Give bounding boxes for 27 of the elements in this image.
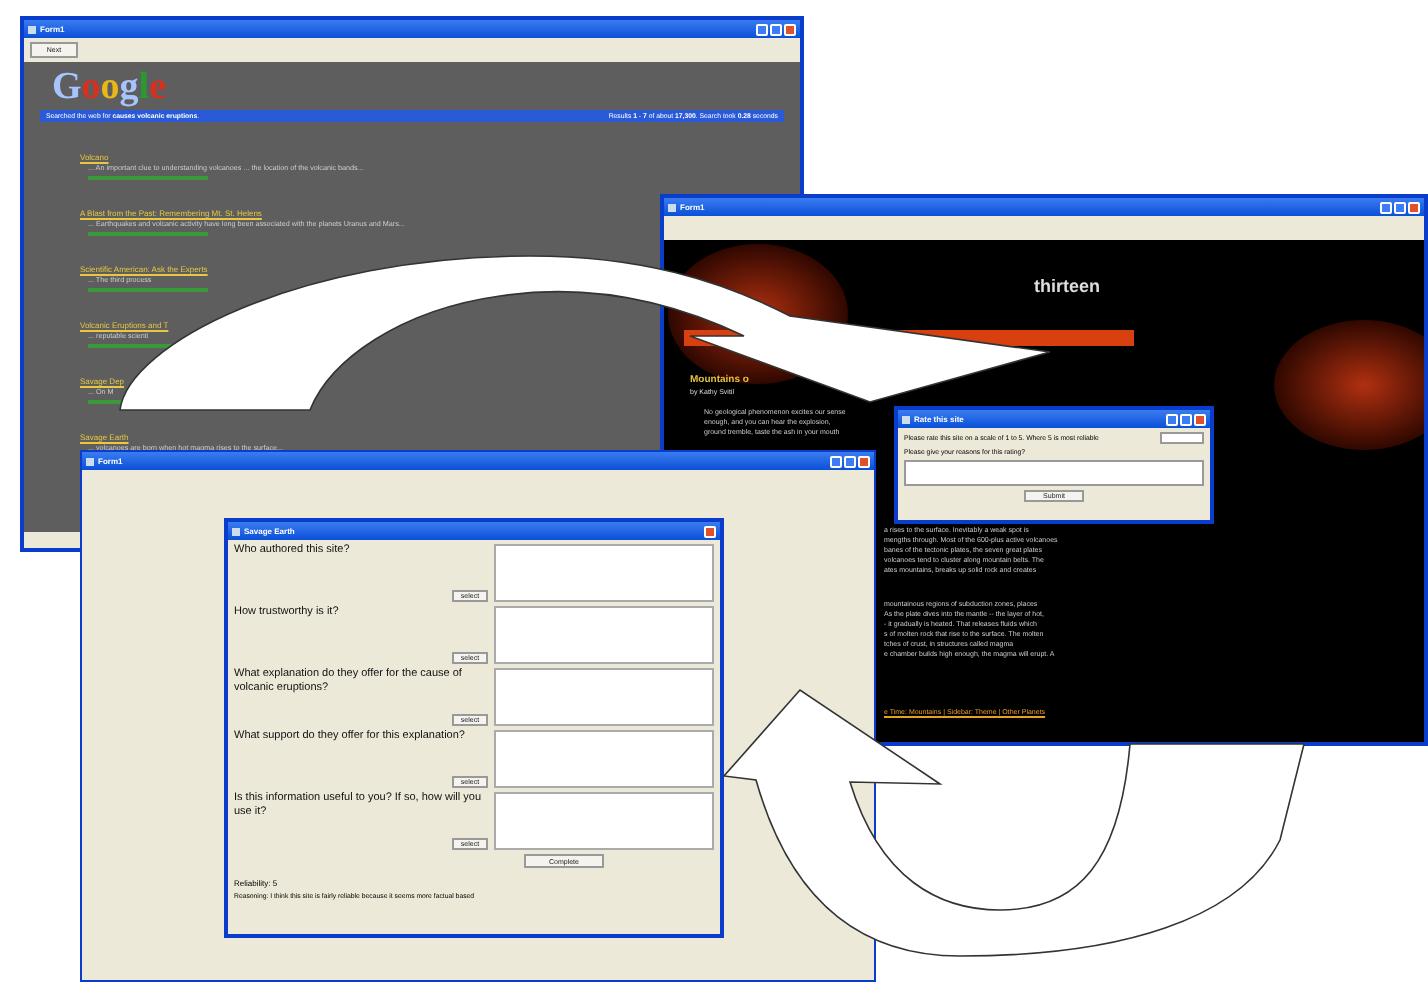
close-icon[interactable]: [1408, 201, 1420, 213]
minimize-icon[interactable]: [756, 23, 768, 35]
answer-field[interactable]: [494, 730, 714, 788]
maximize-icon[interactable]: [770, 23, 782, 35]
reason-field[interactable]: [904, 460, 1204, 486]
close-icon[interactable]: [1194, 413, 1206, 425]
window-icon: [668, 203, 676, 211]
window-icon: [28, 25, 36, 33]
close-icon[interactable]: [784, 23, 796, 35]
rating-field[interactable]: [1160, 432, 1204, 444]
window-icon: [232, 527, 240, 535]
close-icon[interactable]: [704, 525, 716, 537]
minimize-icon[interactable]: [1380, 201, 1392, 213]
answer-field[interactable]: [494, 606, 714, 664]
window-icon: [902, 415, 910, 423]
answer-field[interactable]: [494, 544, 714, 602]
maximize-icon[interactable]: [1180, 413, 1192, 425]
minimize-icon[interactable]: [830, 455, 842, 467]
answer-field[interactable]: [494, 668, 714, 726]
maximize-icon[interactable]: [1394, 201, 1406, 213]
answer-field[interactable]: [494, 792, 714, 850]
minimize-icon[interactable]: [1166, 413, 1178, 425]
logo: Google: [50, 66, 168, 110]
close-icon[interactable]: [858, 455, 870, 467]
logo: thirteen: [1034, 276, 1101, 296]
window-icon: [86, 457, 94, 465]
maximize-icon[interactable]: [844, 455, 856, 467]
